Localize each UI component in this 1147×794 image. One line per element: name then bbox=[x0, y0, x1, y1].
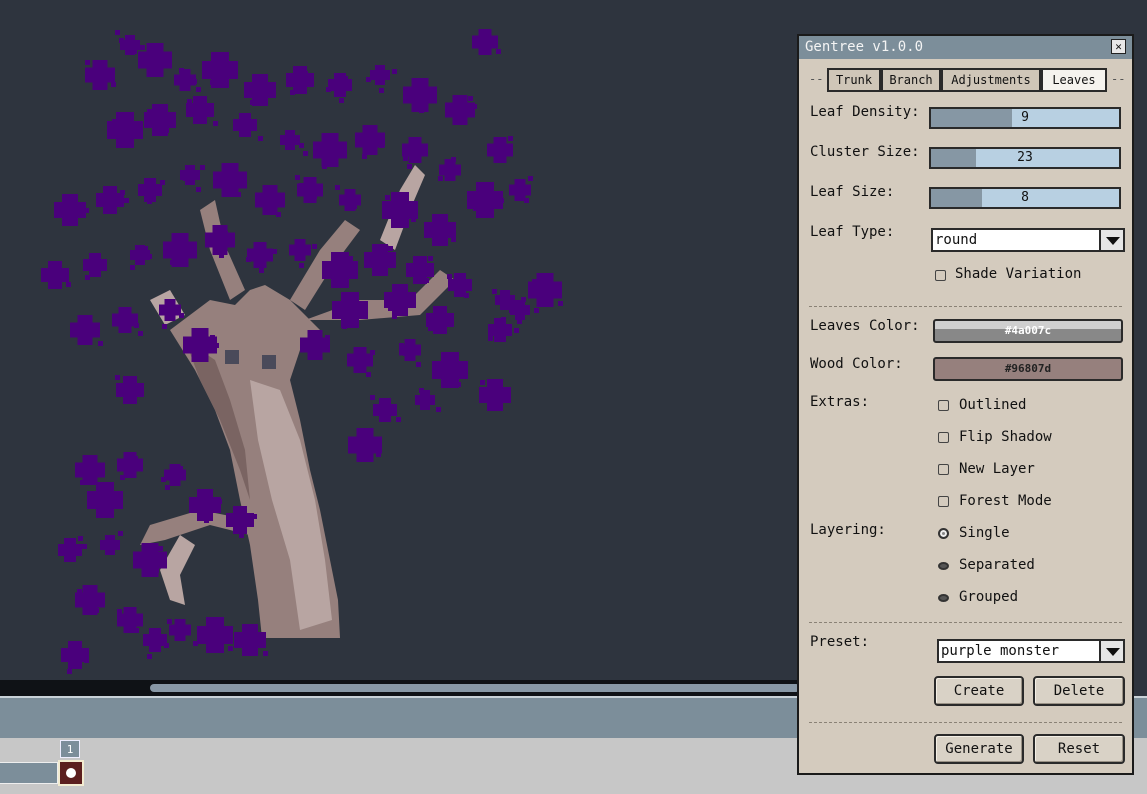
close-icon: ✕ bbox=[1115, 40, 1122, 53]
dialog-title: Gentree v1.0.0 bbox=[805, 39, 924, 55]
close-button[interactable]: ✕ bbox=[1111, 39, 1126, 54]
forest-mode-label: Forest Mode bbox=[959, 493, 1052, 509]
leaf-type-dropdown[interactable]: round bbox=[931, 228, 1125, 252]
leaf-cluster bbox=[87, 482, 123, 518]
tab-divider: -- bbox=[1111, 72, 1126, 86]
new-layer-label: New Layer bbox=[959, 461, 1035, 477]
leaf-size-label: Leaf Size: bbox=[810, 184, 895, 200]
leaf-cluster bbox=[61, 641, 89, 669]
grouped-radio[interactable] bbox=[938, 594, 949, 602]
leaf-size-slider[interactable]: 8 bbox=[929, 187, 1121, 209]
preset-dropdown[interactable]: purple monster bbox=[937, 639, 1125, 663]
generate-button[interactable]: Generate bbox=[934, 734, 1024, 764]
divider bbox=[809, 306, 1122, 307]
tab-adjustments[interactable]: Adjustments bbox=[941, 68, 1041, 92]
flip-shadow-checkbox[interactable] bbox=[938, 432, 949, 443]
leaves-color-label: Leaves Color: bbox=[810, 318, 920, 334]
create-button[interactable]: Create bbox=[934, 676, 1024, 706]
layer-row[interactable] bbox=[0, 762, 58, 784]
outlined-checkbox[interactable] bbox=[938, 400, 949, 411]
leaf-cluster bbox=[399, 339, 421, 361]
leaf-cluster bbox=[432, 352, 468, 388]
delete-button[interactable]: Delete bbox=[1033, 676, 1125, 706]
dropdown-value: purple monster bbox=[941, 643, 1060, 659]
leaf-cluster bbox=[467, 182, 503, 218]
single-radio[interactable] bbox=[938, 528, 949, 539]
leaf-cluster bbox=[313, 133, 347, 167]
cel-filled-icon bbox=[66, 768, 76, 778]
tab-branch[interactable]: Branch bbox=[881, 68, 941, 92]
dropdown-value: round bbox=[935, 232, 978, 248]
reset-button[interactable]: Reset bbox=[1033, 734, 1125, 764]
new-layer-checkbox[interactable] bbox=[938, 464, 949, 475]
frame-number[interactable]: 1 bbox=[60, 740, 80, 758]
leaf-cluster bbox=[107, 112, 143, 148]
leaf-cluster bbox=[370, 65, 390, 85]
leaf-cluster bbox=[403, 78, 437, 112]
cluster-size-label: Cluster Size: bbox=[810, 144, 920, 160]
flip-shadow-label: Flip Shadow bbox=[959, 429, 1052, 445]
chevron-down-icon[interactable] bbox=[1099, 228, 1125, 252]
single-label: Single bbox=[959, 525, 1010, 541]
leaf-cluster bbox=[247, 242, 273, 268]
leaf-cluster bbox=[255, 185, 285, 215]
tree-sprite bbox=[41, 29, 563, 674]
leaf-cluster bbox=[163, 233, 197, 267]
shade-variation-label: Shade Variation bbox=[955, 266, 1082, 282]
leaves-color-swatch[interactable]: #4a007c bbox=[933, 319, 1123, 343]
leaf-cluster bbox=[112, 307, 138, 333]
leaf-cluster bbox=[332, 292, 368, 328]
gentree-dialog: Gentree v1.0.0 ✕ -- Trunk Branch Adjustm… bbox=[797, 34, 1134, 775]
separated-label: Separated bbox=[959, 557, 1035, 573]
scrollbar-thumb[interactable] bbox=[150, 684, 800, 692]
cluster-size-slider[interactable]: 23 bbox=[929, 147, 1121, 169]
outlined-label: Outlined bbox=[959, 397, 1027, 413]
slider-value: 23 bbox=[1017, 150, 1033, 165]
leaf-cluster bbox=[138, 178, 162, 202]
leaf-cluster bbox=[202, 52, 238, 88]
leaf-cluster bbox=[347, 347, 373, 373]
shade-variation-checkbox[interactable] bbox=[935, 270, 946, 281]
leaf-cluster bbox=[355, 125, 385, 155]
leaf-type-label: Leaf Type: bbox=[810, 224, 895, 240]
frame-cel[interactable] bbox=[58, 760, 84, 786]
preset-label: Preset: bbox=[810, 634, 870, 650]
leaf-cluster bbox=[297, 177, 323, 203]
leaf-cluster bbox=[213, 163, 247, 197]
slider-value: 9 bbox=[1021, 110, 1029, 125]
divider bbox=[809, 622, 1122, 623]
tree-branch bbox=[160, 535, 195, 605]
leaf-cluster bbox=[328, 73, 352, 97]
leaf-density-label: Leaf Density: bbox=[810, 104, 920, 120]
wood-color-label: Wood Color: bbox=[810, 356, 903, 372]
dialog-titlebar[interactable]: Gentree v1.0.0 ✕ bbox=[799, 36, 1132, 59]
tab-trunk[interactable]: Trunk bbox=[827, 68, 881, 92]
tab-leaves[interactable]: Leaves bbox=[1041, 68, 1107, 92]
extras-label: Extras: bbox=[810, 394, 870, 410]
slider-value: 8 bbox=[1021, 190, 1029, 205]
chevron-down-icon[interactable] bbox=[1099, 639, 1125, 663]
divider bbox=[809, 722, 1122, 723]
separated-radio[interactable] bbox=[938, 562, 949, 570]
tab-divider: -- bbox=[809, 72, 824, 86]
layering-label: Layering: bbox=[810, 522, 886, 538]
leaf-density-slider[interactable]: 9 bbox=[929, 107, 1121, 129]
forest-mode-checkbox[interactable] bbox=[938, 496, 949, 507]
wood-color-swatch[interactable]: #96807d bbox=[933, 357, 1123, 381]
leaf-cluster bbox=[286, 66, 314, 94]
grouped-label: Grouped bbox=[959, 589, 1019, 605]
leaf-cluster bbox=[180, 165, 200, 185]
